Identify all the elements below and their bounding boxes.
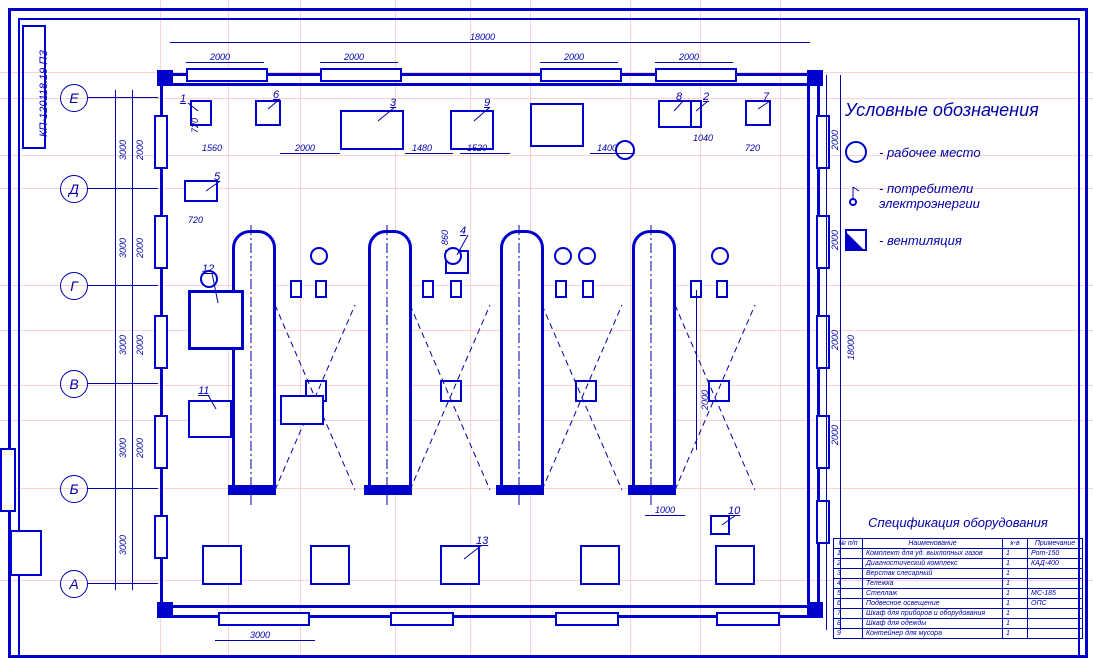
callout-10: 10 bbox=[728, 505, 740, 517]
spec-block: Спецификация оборудования № п/п Наименов… bbox=[833, 515, 1083, 639]
drawing-code: КП-120118.19 ПЗ bbox=[38, 50, 50, 137]
axis-d: Д bbox=[60, 175, 88, 203]
table-row: 5Стеллаж1МС-185 bbox=[834, 589, 1083, 599]
dim-v-3000-1: 3000 bbox=[118, 140, 128, 160]
dim-v-2000-3: 2000 bbox=[135, 335, 145, 355]
spec-title: Спецификация оборудования bbox=[833, 515, 1083, 530]
dim-v-2000-2: 2000 bbox=[135, 238, 145, 258]
equip-12 bbox=[188, 290, 244, 350]
table-row: 4Тележка1 bbox=[834, 579, 1083, 589]
dim-vr-2: 2000 bbox=[830, 230, 840, 250]
workplace-icon bbox=[845, 141, 867, 163]
callout-8: 8 bbox=[676, 91, 682, 103]
dim-overall-top: 18000 bbox=[470, 32, 495, 42]
equip-13 bbox=[440, 545, 480, 585]
table-row: 6Подвесное освещение1ОПС bbox=[834, 599, 1083, 609]
callout-7: 7 bbox=[763, 91, 769, 103]
dim-1040: 1040 bbox=[693, 133, 713, 143]
spec-h-note: Примечание bbox=[1028, 539, 1083, 549]
table-row: 8Шкаф для одежды1 bbox=[834, 619, 1083, 629]
dim-v-3000-5: 3000 bbox=[118, 535, 128, 555]
legend-title: Условные обозначения bbox=[845, 100, 1075, 121]
dim-720c: 720 bbox=[745, 143, 760, 153]
drawing-canvas: КП-120118.19 ПЗ Е Д Г В Б А 18000 2000 2… bbox=[0, 0, 1093, 658]
floor-plan: 2000 1480 1520 1400 1560 1040 720 720 72… bbox=[160, 45, 820, 635]
axis-a: А bbox=[60, 570, 88, 598]
equip-side bbox=[280, 395, 324, 425]
dim-vr-4: 2000 bbox=[830, 425, 840, 445]
axis-g: Г bbox=[60, 272, 88, 300]
title-block-side: КП-120118.19 ПЗ bbox=[22, 25, 46, 149]
bay-1 bbox=[232, 230, 276, 494]
callout-1: 1 bbox=[180, 93, 186, 105]
equip-10 bbox=[710, 515, 730, 535]
axis-e: Е bbox=[60, 84, 88, 112]
axis-b: Б bbox=[60, 475, 88, 503]
dim-bay-h: 2000 bbox=[700, 390, 710, 410]
dim-overall-right: 18000 bbox=[846, 335, 856, 360]
equip-11 bbox=[188, 400, 232, 438]
legend-item-ventilation: - вентиляция bbox=[845, 229, 1075, 251]
dim-vr-3: 2000 bbox=[830, 330, 840, 350]
callout-9: 9 bbox=[484, 97, 490, 109]
dim-2000: 2000 bbox=[295, 143, 315, 153]
bay-2 bbox=[368, 230, 412, 494]
table-row: 3Верстак слесарный1 bbox=[834, 569, 1083, 579]
callout-11: 11 bbox=[198, 385, 209, 397]
spec-h-num: № п/п bbox=[834, 539, 863, 549]
legend: Условные обозначения - рабочее место - п… bbox=[845, 100, 1075, 269]
dim-v-2000-1: 2000 bbox=[135, 140, 145, 160]
axis-v: В bbox=[60, 370, 88, 398]
dim-v-2000-4: 2000 bbox=[135, 438, 145, 458]
spec-h-name: Наименование bbox=[863, 539, 1003, 549]
equip-6 bbox=[255, 100, 281, 126]
bay-4 bbox=[632, 230, 676, 494]
legend-item-consumer: - потребители электроэнергии bbox=[845, 181, 1075, 211]
legend-consumer-label: - потребители электроэнергии bbox=[879, 181, 1075, 211]
dim-v-3000-3: 3000 bbox=[118, 335, 128, 355]
callout-12: 12 bbox=[202, 263, 214, 275]
equip-7 bbox=[745, 100, 771, 126]
callout-4: 4 bbox=[460, 225, 466, 237]
table-row: 9Контейнер для мусора1 bbox=[834, 629, 1083, 639]
dim-1000: 1000 bbox=[655, 505, 675, 515]
legend-workplace-label: - рабочее место bbox=[879, 145, 981, 160]
dim-1560: 1560 bbox=[202, 143, 222, 153]
dim-v-3000-4: 3000 bbox=[118, 438, 128, 458]
dim-1520: 1520 bbox=[467, 143, 487, 153]
dim-1400: 1400 bbox=[597, 143, 617, 153]
callout-2: 2 bbox=[703, 91, 709, 103]
callout-6: 6 bbox=[273, 89, 279, 101]
callout-13: 13 bbox=[476, 535, 488, 547]
legend-item-workplace: - рабочее место bbox=[845, 141, 1075, 163]
equip-block-a bbox=[530, 103, 584, 147]
spec-table: № п/п Наименование к-в Примечание 1Компл… bbox=[833, 538, 1083, 639]
table-row: 7Шкаф для приборов и оборудования1 bbox=[834, 609, 1083, 619]
dim-1480: 1480 bbox=[412, 143, 432, 153]
electricity-icon bbox=[845, 185, 867, 207]
dim-720a: 720 bbox=[190, 118, 200, 133]
equip-8 bbox=[658, 100, 694, 128]
dim-v-3000-2: 3000 bbox=[118, 238, 128, 258]
dim-3000: 3000 bbox=[250, 630, 270, 640]
ventilation-icon bbox=[845, 229, 867, 251]
bay-3 bbox=[500, 230, 544, 494]
spec-h-qty: к-в bbox=[1003, 539, 1028, 549]
table-row: 2Диагностический комплекс1КАД-400 bbox=[834, 559, 1083, 569]
table-row: 1Комплект для уд. выхлопных газов1Рот-15… bbox=[834, 549, 1083, 559]
equip-2 bbox=[690, 100, 702, 128]
equip-5 bbox=[184, 180, 218, 202]
dim-vr-1: 2000 bbox=[830, 130, 840, 150]
dim-720b: 720 bbox=[188, 215, 203, 225]
equip-3 bbox=[340, 110, 404, 150]
callout-5: 5 bbox=[214, 171, 220, 183]
legend-ventilation-label: - вентиляция bbox=[879, 233, 962, 248]
dim-860: 860 bbox=[440, 230, 450, 245]
callout-3: 3 bbox=[390, 97, 396, 109]
